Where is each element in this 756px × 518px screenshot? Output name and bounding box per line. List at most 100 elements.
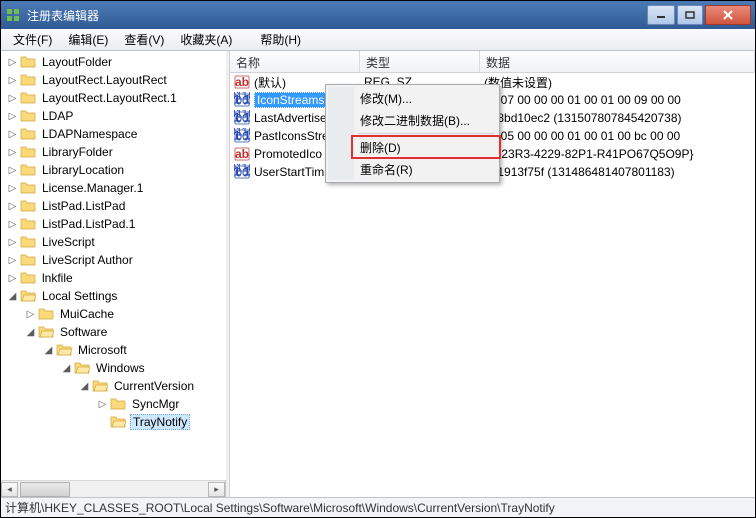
tree-node[interactable]: ◢ Software	[1, 323, 226, 341]
folder-icon	[20, 271, 36, 285]
tree-node[interactable]: ▷SyncMgr	[1, 395, 226, 413]
tree-node[interactable]: ▷ListPad.ListPad.1	[1, 215, 226, 233]
tree-node-label: LayoutRect.LayoutRect	[40, 73, 169, 87]
binary-value-icon: 011 11001101001	[234, 110, 250, 126]
expand-icon[interactable]: ▷	[5, 199, 20, 214]
close-button[interactable]	[705, 5, 751, 25]
expand-icon[interactable]: ▷	[5, 127, 20, 142]
tree-node[interactable]: ▷LibraryFolder	[1, 143, 226, 161]
window-title: 注册表编辑器	[27, 7, 645, 24]
column-type[interactable]: 类型	[360, 51, 480, 72]
tree-node[interactable]: ▷License.Manager.1	[1, 179, 226, 197]
workspace: ▷LayoutFolder▷LayoutRect.LayoutRect▷Layo…	[1, 51, 755, 497]
context-menu-item[interactable]: 修改二进制数据(B)...	[328, 109, 497, 131]
menu-item[interactable]: 查看(V)	[116, 29, 172, 50]
folder-icon	[38, 325, 54, 339]
expand-icon[interactable]: ▷	[5, 73, 20, 88]
tree-node[interactable]: ▷ LayoutRect.LayoutRect	[1, 71, 226, 89]
menu-item[interactable]: 帮助(H)	[252, 29, 309, 50]
tree-node[interactable]: ▷ lnkfile	[1, 269, 226, 287]
window-controls	[645, 5, 751, 25]
context-menu-separator	[358, 133, 495, 134]
string-value-icon: ab	[234, 146, 250, 162]
collapse-icon[interactable]: ◢	[77, 379, 92, 394]
collapse-icon[interactable]: ◢	[41, 343, 56, 358]
expand-icon[interactable]: ▷	[5, 181, 20, 196]
tree-node-label: lnkfile	[40, 271, 75, 285]
column-data[interactable]: 数据	[480, 51, 755, 72]
expand-icon[interactable]: ▷	[5, 145, 20, 160]
tree-node[interactable]: ◢ Local Settings	[1, 287, 226, 305]
expand-icon[interactable]: ▷	[5, 271, 20, 286]
context-menu-item[interactable]: 删除(D)	[328, 136, 497, 158]
folder-icon	[20, 73, 36, 87]
folder-icon	[20, 127, 36, 141]
tree-node[interactable]: ▷ LiveScript	[1, 233, 226, 251]
folder-icon	[20, 181, 36, 195]
expand-icon[interactable]: ▷	[5, 253, 20, 268]
collapse-icon[interactable]: ◢	[5, 289, 20, 304]
tree-node[interactable]: ▷LDAP	[1, 107, 226, 125]
tree-node-label: MuiCache	[58, 307, 116, 321]
minimize-button[interactable]	[647, 5, 675, 25]
collapse-icon[interactable]: ◢	[23, 325, 38, 340]
folder-icon	[38, 307, 54, 321]
context-menu-item[interactable]: 重命名(R)	[328, 158, 497, 180]
tree-pane[interactable]: ▷LayoutFolder▷LayoutRect.LayoutRect▷Layo…	[1, 51, 226, 480]
tree-node[interactable]: ▷LayoutRect.LayoutRect.1	[1, 89, 226, 107]
maximize-button[interactable]	[677, 5, 703, 25]
svg-text:1001: 1001	[234, 166, 250, 180]
tree-horizontal-scrollbar[interactable]: ◂ ▸	[1, 480, 225, 497]
expand-icon[interactable]: ▷	[5, 55, 20, 70]
tree-node[interactable]: ▷ MuiCache	[1, 305, 226, 323]
folder-icon	[110, 397, 126, 411]
svg-text:ab: ab	[235, 147, 249, 161]
column-name[interactable]: 名称	[230, 51, 360, 72]
binary-value-icon: 011 11001101001	[234, 92, 250, 108]
list-pane: 名称 类型 数据 ab(默认)REG_SZ(数值未设置)011 11001101…	[230, 51, 755, 497]
expand-icon[interactable]: ▷	[23, 307, 38, 322]
scroll-right-button[interactable]: ▸	[208, 482, 225, 497]
folder-icon	[92, 379, 108, 393]
folder-icon	[20, 109, 36, 123]
tree-node[interactable]: ▷LibraryLocation	[1, 161, 226, 179]
tree-node[interactable]: ▷LayoutFolder	[1, 53, 226, 71]
tree-node[interactable]: ◢ CurrentVersion	[1, 377, 226, 395]
context-menu-item[interactable]: 修改(M)...	[328, 87, 497, 109]
tree-node[interactable]: ◢Windows	[1, 359, 226, 377]
expand-icon[interactable]: ▷	[95, 397, 110, 412]
value-name: IconStreams	[254, 92, 327, 108]
scroll-thumb[interactable]	[20, 482, 70, 497]
tree-node-label: CurrentVersion	[112, 379, 196, 393]
tree-node[interactable]: ▷ LiveScript Author	[1, 251, 226, 269]
tree-node-label: Software	[58, 325, 109, 339]
collapse-icon[interactable]: ◢	[59, 361, 74, 376]
folder-icon	[20, 235, 36, 249]
tree-node[interactable]: ▷ LDAPNamespace	[1, 125, 226, 143]
cell-data: 00 05 00 00 00 01 00 01 00 bc 00 00	[480, 129, 755, 143]
tree-node-label: Local Settings	[40, 289, 119, 303]
expand-icon[interactable]: ▷	[5, 163, 20, 178]
folder-icon	[20, 163, 36, 177]
scroll-left-button[interactable]: ◂	[1, 482, 18, 497]
expand-icon[interactable]: ▷	[5, 91, 20, 106]
menu-bar: 文件(F)编辑(E)查看(V)收藏夹(A) 帮助(H)	[1, 29, 755, 51]
expand-icon[interactable]: ▷	[5, 217, 20, 232]
menu-item[interactable]: 文件(F)	[5, 29, 60, 50]
tree-node-label: LiveScript	[40, 235, 97, 249]
tree-node-label: LDAPNamespace	[40, 127, 139, 141]
menu-item[interactable]: 编辑(E)	[60, 29, 116, 50]
tree-node[interactable]: ▷TrayNotify	[1, 413, 226, 431]
status-path: 计算机\HKEY_CLASSES_ROOT\Local Settings\Sof…	[5, 499, 555, 516]
folder-icon	[110, 415, 126, 429]
svg-text:ab: ab	[235, 75, 249, 89]
tree-node-label: TrayNotify	[130, 414, 190, 430]
menu-item[interactable]: 收藏夹(A)	[172, 29, 240, 50]
svg-text:1001: 1001	[234, 112, 250, 126]
tree-node[interactable]: ◢Microsoft	[1, 341, 226, 359]
expand-icon[interactable]: ▷	[5, 109, 20, 124]
tree-node-label: LiveScript Author	[40, 253, 135, 267]
tree-node[interactable]: ▷ListPad.ListPad	[1, 197, 226, 215]
expand-icon[interactable]: ▷	[5, 235, 20, 250]
list-header: 名称 类型 数据	[230, 51, 755, 73]
